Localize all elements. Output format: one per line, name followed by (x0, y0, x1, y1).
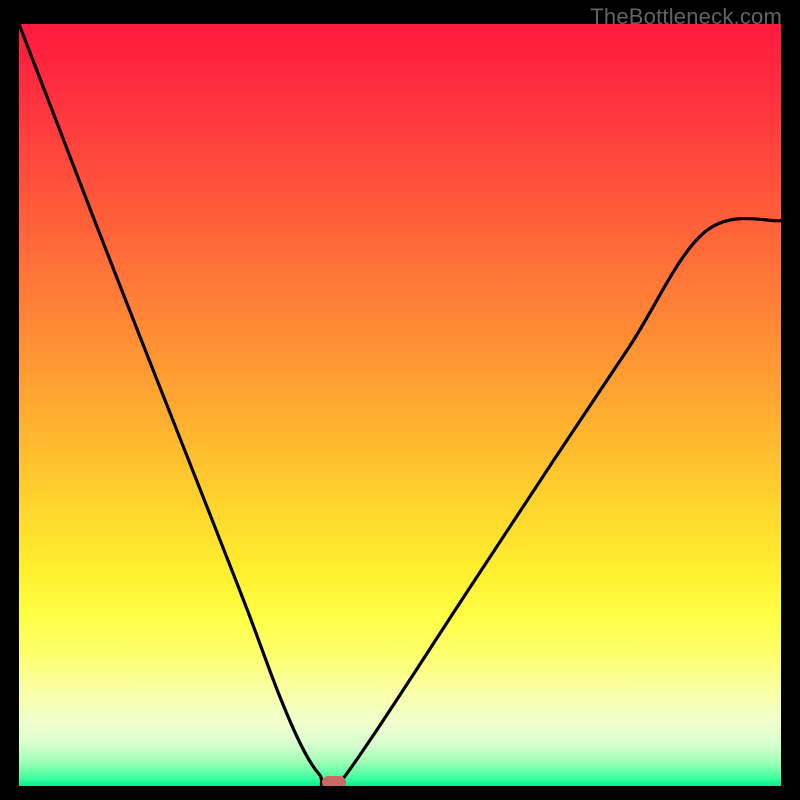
curve-svg (19, 24, 781, 786)
optimal-marker (322, 776, 346, 786)
plot-area (19, 24, 781, 786)
watermark-text: TheBottleneck.com (590, 4, 782, 30)
chart-frame: TheBottleneck.com (0, 0, 800, 800)
bottleneck-curve-path (19, 24, 781, 786)
